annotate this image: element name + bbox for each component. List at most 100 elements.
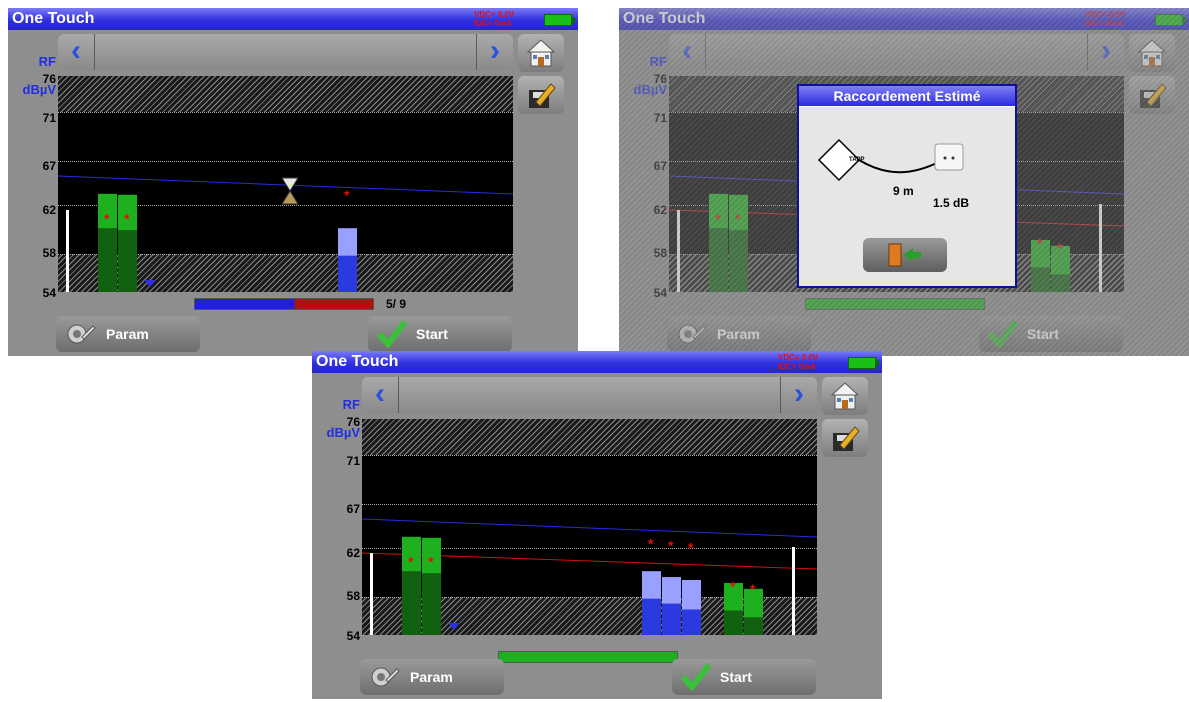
y-unit-top: RF xyxy=(649,54,667,69)
y-tick-label: 62 xyxy=(42,203,56,217)
y-tick-label: 58 xyxy=(42,246,56,260)
wall-socket-icon xyxy=(934,143,964,171)
channel-nav-bar[interactable]: ‹ › xyxy=(58,34,513,70)
y-tick-label: 58 xyxy=(346,589,360,603)
y-tick-label: 71 xyxy=(42,111,56,125)
level-star: * xyxy=(668,538,674,554)
wrench-icon xyxy=(371,667,400,687)
save-edit-button[interactable] xyxy=(822,419,868,457)
level-star: * xyxy=(104,210,110,226)
tapp-label: TAPP xyxy=(849,157,865,163)
idc-readout: IDC= 0mA xyxy=(778,362,817,371)
channel-bar-lower xyxy=(338,255,357,292)
title-bar: One Touch VDC= 0.0V IDC= 0mA xyxy=(312,351,882,373)
y-unit-top: RF xyxy=(38,54,56,69)
channel-bar-lower xyxy=(724,610,743,635)
level-marker-white xyxy=(792,547,795,635)
save-edit-button[interactable] xyxy=(518,76,564,114)
y-tick-label: 62 xyxy=(346,546,360,560)
previous-arrow-icon[interactable]: ‹ xyxy=(669,34,706,70)
previous-arrow-icon[interactable]: ‹ xyxy=(58,34,95,70)
socket-pin xyxy=(951,156,955,160)
screen-measuring: One Touch VDC= 0.0V IDC= 0mA ‹ › RF 76 dB… xyxy=(8,8,578,356)
home-button[interactable] xyxy=(1129,34,1175,72)
battery-icon xyxy=(544,14,575,26)
y-axis-unit: RF xyxy=(324,397,360,412)
param-button[interactable]: Param xyxy=(56,316,200,352)
y-tick-label: 71 xyxy=(653,111,667,125)
level-star: * xyxy=(730,578,736,594)
channel-nav-bar[interactable]: ‹ › xyxy=(669,34,1124,70)
level-star: * xyxy=(1037,235,1043,251)
level-marker-white xyxy=(370,553,373,635)
bar-group: * * xyxy=(98,193,357,292)
param-button[interactable]: Param xyxy=(667,316,811,352)
y-tick-label: 54 xyxy=(653,286,667,300)
idc-readout: IDC= 0mA xyxy=(1085,19,1124,28)
y-unit-bottom: dBµV xyxy=(326,425,361,440)
app-title: One Touch xyxy=(316,353,399,370)
y-tick-label: 54 xyxy=(346,629,360,643)
y-axis-unit-bottom: dBµV xyxy=(631,82,668,97)
home-icon xyxy=(1137,39,1167,67)
param-button[interactable]: Param xyxy=(360,659,504,695)
channel-bar-lower xyxy=(118,230,137,292)
level-star: * xyxy=(688,540,694,556)
level-marker-white xyxy=(1099,204,1102,292)
power-readout: VDC= 0.0V IDC= 0mA xyxy=(1085,10,1125,28)
channel-nav-bar[interactable]: ‹ › xyxy=(362,377,817,413)
power-readout: VDC= 0.0V IDC= 0mA xyxy=(778,353,818,371)
y-tick-label: 67 xyxy=(42,159,56,173)
spectrum-plot: * * * * * * * xyxy=(362,419,817,635)
y-tick-label: 62 xyxy=(653,203,667,217)
channel-bar-lower xyxy=(98,228,117,292)
next-arrow-icon[interactable]: › xyxy=(476,34,513,70)
channel-bar-lower xyxy=(422,573,441,635)
home-button[interactable] xyxy=(822,377,868,415)
vdc-readout: VDC= 0.0V xyxy=(474,10,515,19)
channel-bar-lower xyxy=(402,571,421,635)
save-edit-icon xyxy=(1140,83,1167,108)
level-marker-white xyxy=(677,210,680,292)
start-label: Start xyxy=(1027,326,1059,342)
screen-estimated-connection: One Touch VDC= 0.0V IDC= 0mA ‹ › RF 76 dB… xyxy=(619,8,1189,356)
y-axis-unit: RF xyxy=(20,54,56,69)
title-bar: One Touch VDC= 0.0V IDC= 0mA xyxy=(619,8,1189,30)
y-tick-label: 67 xyxy=(346,502,360,516)
save-edit-icon xyxy=(529,83,556,108)
next-arrow-icon[interactable]: › xyxy=(780,377,817,413)
battery-icon xyxy=(1155,14,1186,26)
next-arrow-icon[interactable]: › xyxy=(1087,34,1124,70)
level-marker-white xyxy=(66,210,69,292)
power-readout: VDC= 0.0V IDC= 0mA xyxy=(474,10,514,28)
channel-bar-lower xyxy=(744,617,763,635)
level-star: * xyxy=(1057,240,1063,256)
start-button[interactable]: Start xyxy=(672,659,816,695)
start-button[interactable]: Start xyxy=(979,316,1123,352)
checkmark-icon xyxy=(680,663,712,692)
save-edit-button[interactable] xyxy=(1129,76,1175,114)
threshold-line-blue xyxy=(362,518,817,538)
exit-door-icon xyxy=(888,243,921,267)
exit-button[interactable] xyxy=(863,238,947,272)
home-button[interactable] xyxy=(518,34,564,72)
y-tick-label: 71 xyxy=(346,454,360,468)
start-label: Start xyxy=(416,326,448,342)
channel-bar-lower xyxy=(662,603,681,635)
idc-readout: IDC= 0mA xyxy=(474,19,513,28)
spectrum-plot: * * * xyxy=(58,76,513,292)
distance-value: 9 m xyxy=(893,184,914,198)
start-button[interactable]: Start xyxy=(368,316,512,352)
home-icon xyxy=(526,39,556,67)
small-marker-blue xyxy=(144,280,156,287)
vdc-readout: VDC= 0.0V xyxy=(778,353,819,362)
y-unit-bottom: dBµV xyxy=(633,82,668,97)
y-tick-label: 54 xyxy=(42,286,56,300)
y-unit-top: RF xyxy=(342,397,360,412)
pointer-star: * xyxy=(344,187,350,203)
progress-bar xyxy=(498,651,678,663)
checkmark-icon xyxy=(987,320,1019,349)
hourglass-icon xyxy=(281,177,299,205)
previous-arrow-icon[interactable]: ‹ xyxy=(362,377,399,413)
level-star: * xyxy=(715,210,721,226)
